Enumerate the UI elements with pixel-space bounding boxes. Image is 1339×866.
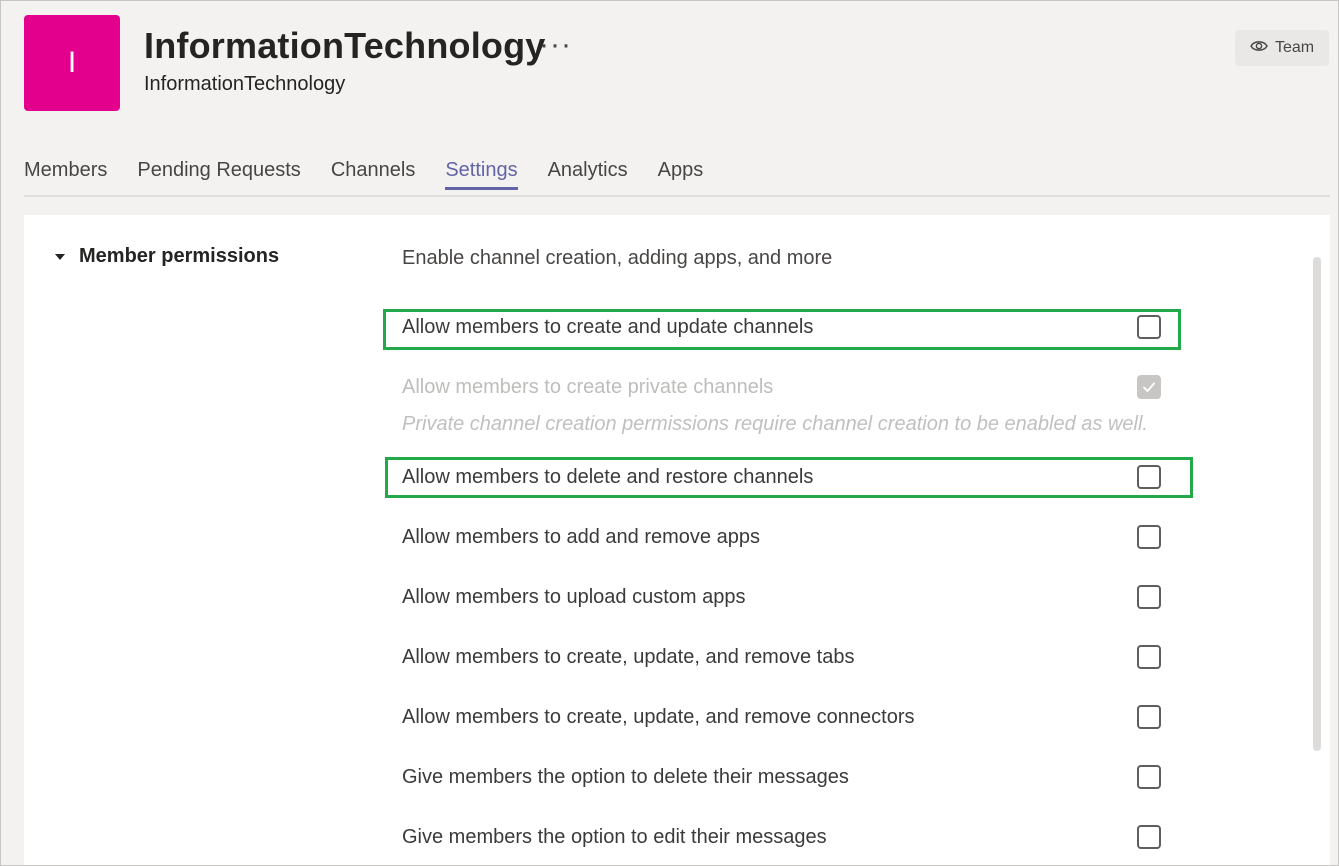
section-description: Enable channel creation, adding apps, an… xyxy=(402,247,833,269)
add-remove-apps-checkbox[interactable] xyxy=(1137,525,1161,549)
tab-members[interactable]: Members xyxy=(24,159,107,190)
create-update-channels-checkbox[interactable] xyxy=(1137,315,1161,339)
manage-tabs-checkbox[interactable] xyxy=(1137,645,1161,669)
option-create-update-channels: Allow members to create and update chann… xyxy=(402,307,1162,347)
checkmark-icon xyxy=(1143,382,1155,392)
team-subtitle: InformationTechnology xyxy=(144,73,346,95)
option-label: Allow members to create and update chann… xyxy=(402,315,814,338)
tab-bar: Members Pending Requests Channels Settin… xyxy=(24,159,703,190)
edit-messages-checkbox[interactable] xyxy=(1137,825,1161,849)
scrollbar[interactable] xyxy=(1313,257,1321,751)
option-edit-messages: Give members the option to edit their me… xyxy=(402,817,1162,857)
option-add-remove-apps: Allow members to add and remove apps xyxy=(402,517,1162,557)
team-badge: Team xyxy=(1235,30,1329,66)
option-create-private-channels: Allow members to create private channels xyxy=(402,367,1162,407)
upload-custom-apps-checkbox[interactable] xyxy=(1137,585,1161,609)
teams-manage-team-window: I InformationTechnology ··· InformationT… xyxy=(0,0,1339,866)
tab-settings[interactable]: Settings xyxy=(445,159,518,190)
option-delete-restore-channels: Allow members to delete and restore chan… xyxy=(402,457,1162,497)
eye-icon xyxy=(1250,39,1268,58)
more-options-button[interactable]: ··· xyxy=(539,27,572,63)
avatar-letter: I xyxy=(67,46,77,79)
tab-pending-requests[interactable]: Pending Requests xyxy=(137,159,300,190)
option-upload-custom-apps: Allow members to upload custom apps xyxy=(402,577,1162,617)
option-label: Allow members to create, update, and rem… xyxy=(402,705,915,728)
option-label: Allow members to create, update, and rem… xyxy=(402,645,855,668)
delete-restore-channels-checkbox[interactable] xyxy=(1137,465,1161,489)
member-permissions-toggle[interactable]: Member permissions xyxy=(55,245,279,268)
option-manage-connectors: Allow members to create, update, and rem… xyxy=(402,697,1162,737)
manage-connectors-checkbox[interactable] xyxy=(1137,705,1161,729)
delete-messages-checkbox[interactable] xyxy=(1137,765,1161,789)
option-label: Allow members to delete and restore chan… xyxy=(402,465,814,488)
tab-analytics[interactable]: Analytics xyxy=(548,159,628,190)
option-label: Allow members to create private channels xyxy=(402,375,774,398)
tab-divider xyxy=(24,195,1330,197)
tab-channels[interactable]: Channels xyxy=(331,159,416,190)
option-manage-tabs: Allow members to create, update, and rem… xyxy=(402,637,1162,677)
option-label: Give members the option to delete their … xyxy=(402,765,849,788)
option-label: Allow members to add and remove apps xyxy=(402,525,760,548)
option-label: Allow members to upload custom apps xyxy=(402,585,746,608)
settings-panel: Member permissions Enable channel creati… xyxy=(24,215,1330,865)
tab-apps[interactable]: Apps xyxy=(658,159,704,190)
team-avatar: I xyxy=(24,15,120,111)
team-title: InformationTechnology xyxy=(144,25,546,66)
create-private-channels-checkbox xyxy=(1137,375,1161,399)
team-badge-label: Team xyxy=(1274,39,1315,56)
option-delete-messages: Give members the option to delete their … xyxy=(402,757,1162,797)
section-title: Member permissions xyxy=(79,245,280,267)
caret-down-icon xyxy=(55,253,65,260)
private-channel-hint: Private channel creation permissions req… xyxy=(402,413,1148,435)
option-label: Give members the option to edit their me… xyxy=(402,825,827,848)
